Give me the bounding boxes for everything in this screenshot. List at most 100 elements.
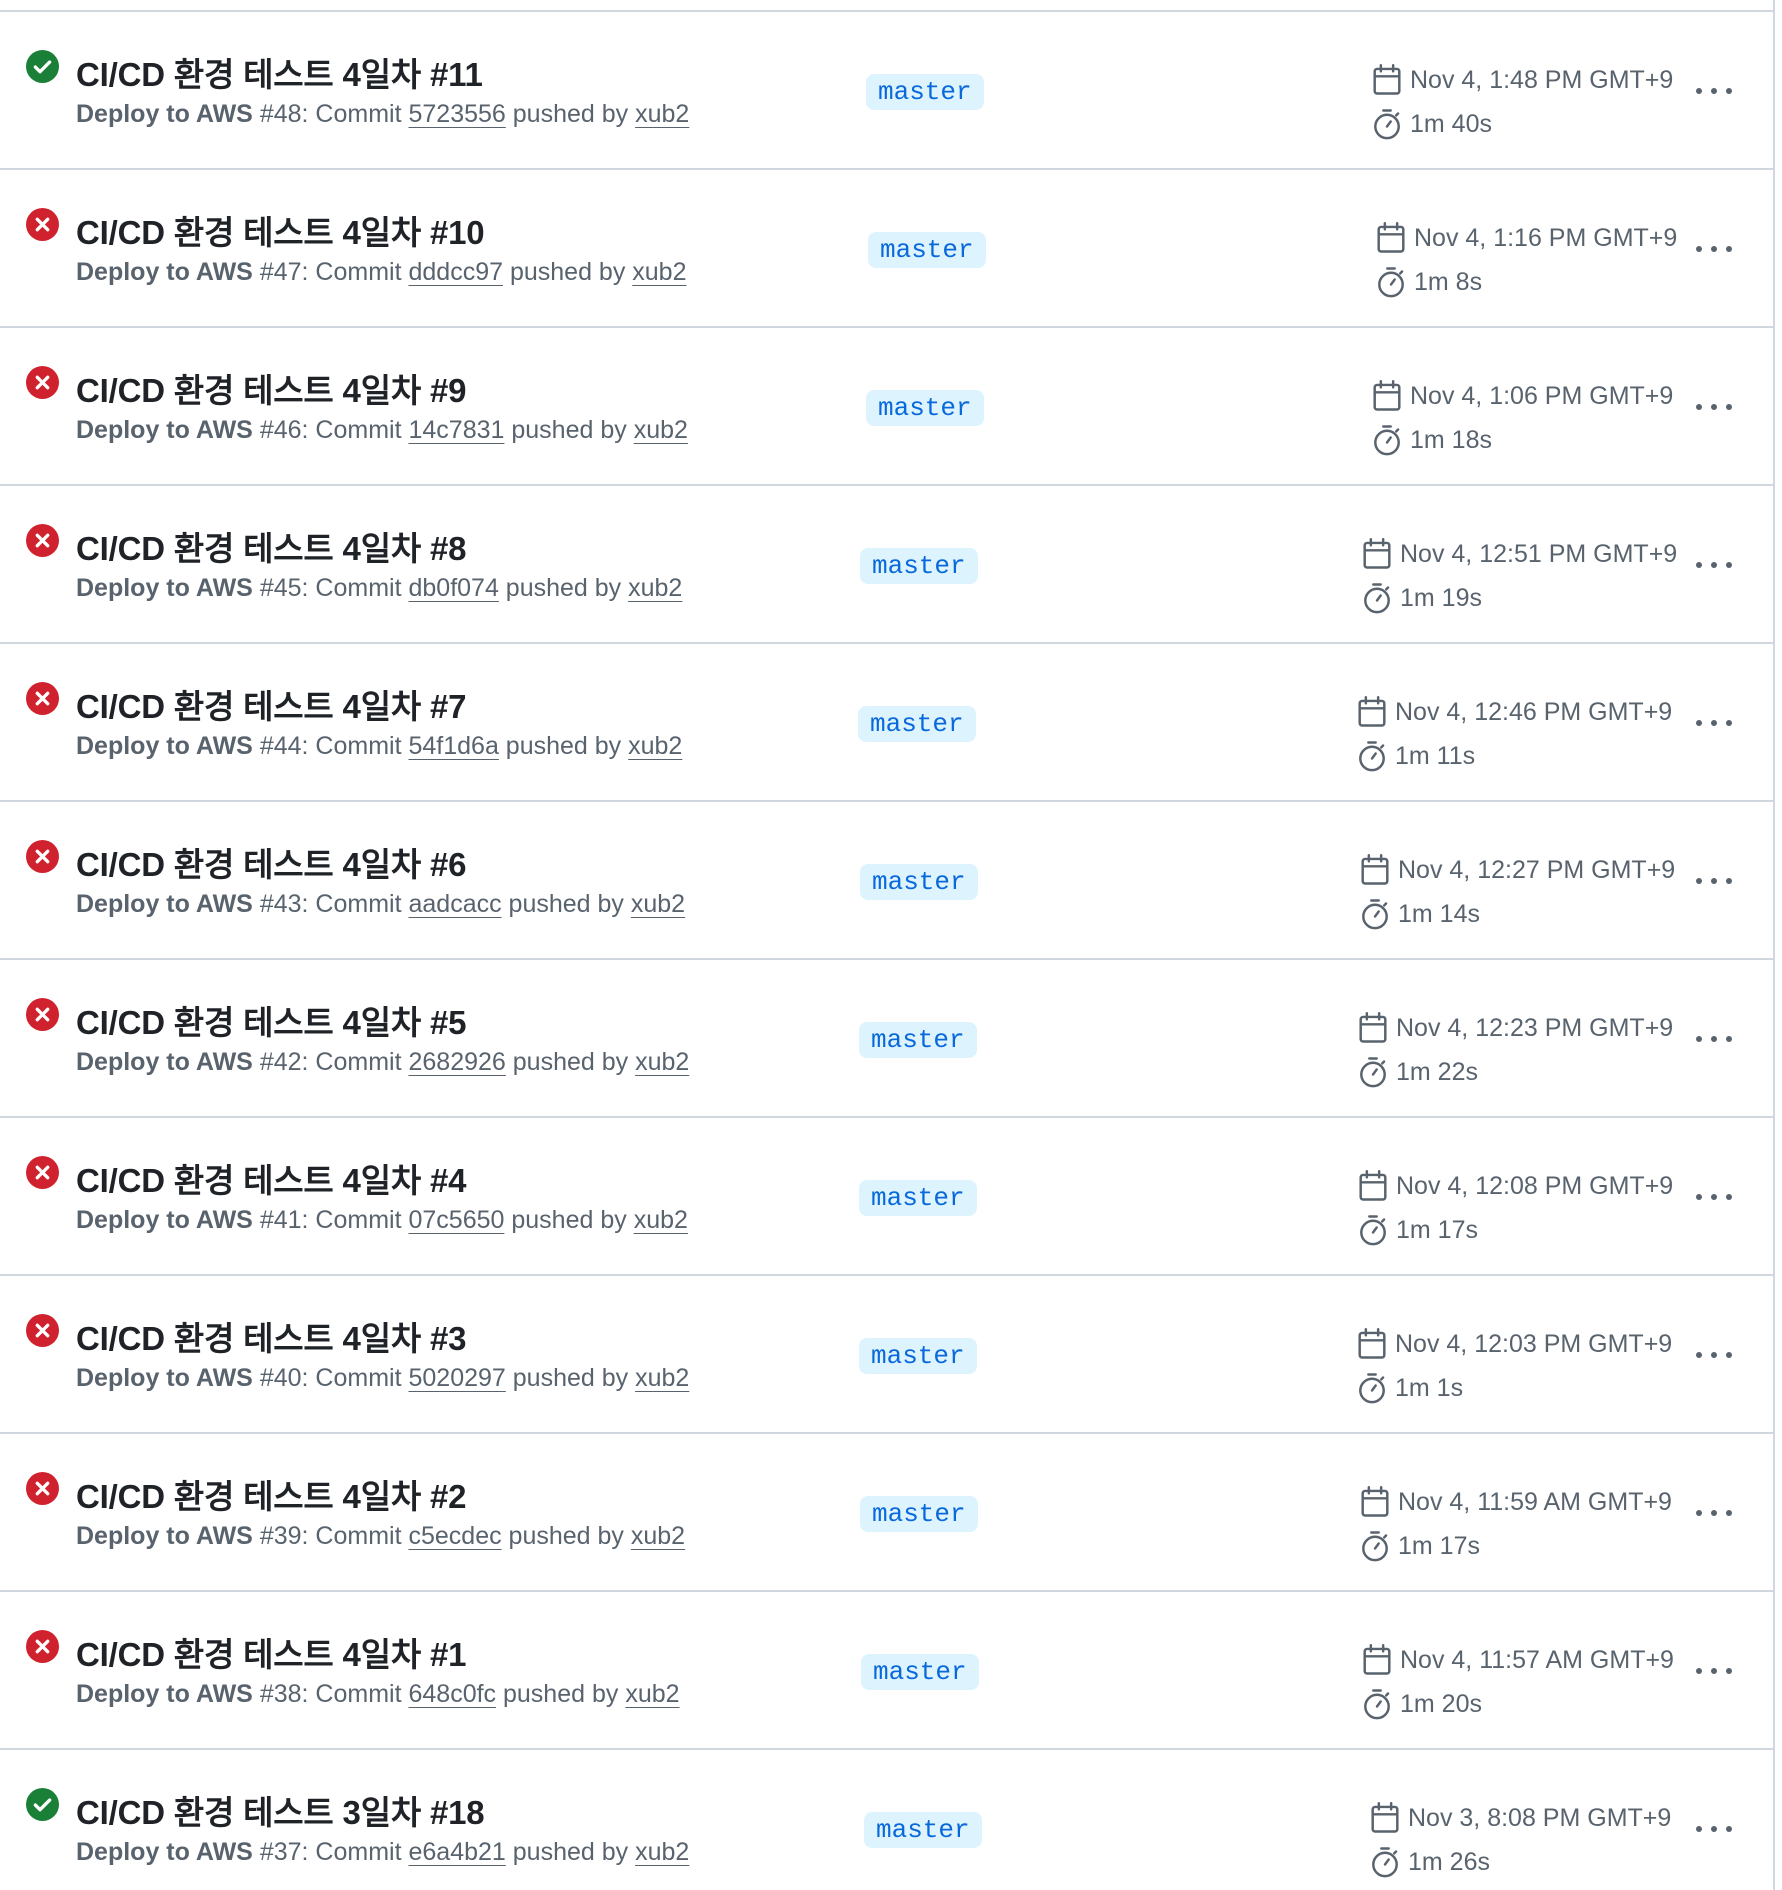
run-title-link[interactable]: CI/CD 환경 테스트 4일차 #2 (76, 1470, 466, 1518)
run-meta: Deploy to AWS #45: Commit db0f074 pushed… (76, 574, 682, 603)
more-options-icon[interactable] (1692, 1814, 1736, 1844)
branch-label[interactable]: master (860, 864, 978, 900)
run-title-link[interactable]: CI/CD 환경 테스트 4일차 #5 (76, 996, 466, 1044)
actor-link[interactable]: xub2 (635, 1838, 689, 1866)
commit-sha-link[interactable]: db0f074 (408, 574, 498, 602)
run-meta: Deploy to AWS #44: Commit 54f1d6a pushed… (76, 732, 682, 761)
commit-sha-link[interactable]: 2682926 (408, 1048, 505, 1076)
workflow-run-row[interactable]: CI/CD 환경 테스트 4일차 #10 Deploy to AWS #47: C… (0, 170, 1773, 328)
branch-label[interactable]: master (860, 548, 978, 584)
workflow-run-row[interactable]: CI/CD 환경 테스트 4일차 #6 Deploy to AWS #43: Co… (0, 802, 1773, 960)
commit-sha-link[interactable]: 54f1d6a (408, 732, 498, 760)
run-duration-text: 1m 18s (1410, 425, 1492, 454)
branch-label[interactable]: master (860, 1496, 978, 1532)
commit-sha-link[interactable]: dddcc97 (408, 258, 503, 286)
commit-sha-link[interactable]: aadcacc (408, 890, 501, 918)
run-number: #42 (259, 1048, 302, 1076)
kebab-dot (1696, 1352, 1702, 1358)
workflow-run-row[interactable]: CI/CD 환경 테스트 4일차 #5 Deploy to AWS #42: Co… (0, 960, 1773, 1118)
actor-link[interactable]: xub2 (632, 258, 686, 286)
workflow-run-row[interactable]: CI/CD 환경 테스트 3일차 #18 Deploy to AWS #37: C… (0, 1750, 1773, 1890)
run-duration: 1m 22s (1358, 1056, 1478, 1088)
commit-sha-link[interactable]: 07c5650 (408, 1206, 504, 1234)
stopwatch-icon (1376, 266, 1414, 298)
run-date: Nov 4, 1:16 PM GMT+9 (1376, 222, 1677, 254)
more-options-icon[interactable] (1692, 234, 1736, 264)
run-duration: 1m 14s (1360, 898, 1480, 930)
actor-link[interactable]: xub2 (628, 732, 682, 760)
branch-label[interactable]: master (859, 1180, 977, 1216)
commit-sha-link[interactable]: c5ecdec (408, 1522, 501, 1550)
run-duration: 1m 20s (1362, 1688, 1482, 1720)
more-options-icon[interactable] (1692, 866, 1736, 896)
kebab-dot (1711, 720, 1717, 726)
actor-link[interactable]: xub2 (634, 1206, 688, 1234)
actor-link[interactable]: xub2 (628, 574, 682, 602)
actor-link[interactable]: xub2 (631, 890, 685, 918)
workflow-run-row[interactable]: CI/CD 환경 테스트 4일차 #8 Deploy to AWS #45: Co… (0, 486, 1773, 644)
more-options-icon[interactable] (1692, 708, 1736, 738)
run-title-link[interactable]: CI/CD 환경 테스트 4일차 #3 (76, 1312, 466, 1360)
actor-link[interactable]: xub2 (634, 416, 688, 444)
stopwatch-icon (1358, 1214, 1396, 1246)
workflow-run-row[interactable]: CI/CD 환경 테스트 4일차 #4 Deploy to AWS #41: Co… (0, 1118, 1773, 1276)
run-title-link[interactable]: CI/CD 환경 테스트 3일차 #18 (76, 1786, 485, 1834)
commit-sha-link[interactable]: 14c7831 (408, 416, 504, 444)
run-duration-text: 1m 17s (1396, 1215, 1478, 1244)
workflow-run-row[interactable]: CI/CD 환경 테스트 4일차 #2 Deploy to AWS #39: Co… (0, 1434, 1773, 1592)
run-title-link[interactable]: CI/CD 환경 테스트 4일차 #7 (76, 680, 466, 728)
branch-label[interactable]: master (859, 1022, 977, 1058)
list-top-divider (0, 0, 1773, 12)
run-duration-text: 1m 17s (1398, 1531, 1480, 1560)
branch-label[interactable]: master (861, 1654, 979, 1690)
branch-label[interactable]: master (866, 74, 984, 110)
branch-label[interactable]: master (859, 1338, 977, 1374)
branch-label[interactable]: master (858, 706, 976, 742)
commit-label: : Commit (301, 1838, 409, 1866)
more-options-icon[interactable] (1692, 1656, 1736, 1686)
more-options-icon[interactable] (1692, 550, 1736, 580)
commit-sha-link[interactable]: 648c0fc (408, 1680, 496, 1708)
more-options-icon[interactable] (1692, 392, 1736, 422)
branch-label[interactable]: master (868, 232, 986, 268)
workflow-run-row[interactable]: CI/CD 환경 테스트 4일차 #3 Deploy to AWS #40: Co… (0, 1276, 1773, 1434)
pushed-by-label: pushed by (501, 1522, 631, 1550)
run-title-link[interactable]: CI/CD 환경 테스트 4일차 #11 (76, 48, 483, 96)
run-meta: Deploy to AWS #37: Commit e6a4b21 pushed… (76, 1838, 689, 1867)
run-title-link[interactable]: CI/CD 환경 테스트 4일차 #4 (76, 1154, 466, 1202)
run-title-link[interactable]: CI/CD 환경 테스트 4일차 #8 (76, 522, 466, 570)
more-options-icon[interactable] (1692, 1498, 1736, 1528)
workflow-run-row[interactable]: CI/CD 환경 테스트 4일차 #7 Deploy to AWS #44: Co… (0, 644, 1773, 802)
more-options-icon[interactable] (1692, 1182, 1736, 1212)
workflow-run-row[interactable]: CI/CD 환경 테스트 4일차 #9 Deploy to AWS #46: Co… (0, 328, 1773, 486)
workflow-name: Deploy to AWS (76, 1206, 253, 1234)
run-meta: Deploy to AWS #42: Commit 2682926 pushed… (76, 1048, 689, 1077)
branch-label[interactable]: master (866, 390, 984, 426)
kebab-dot (1711, 1510, 1717, 1516)
success-check-icon (26, 50, 59, 83)
run-title-link[interactable]: CI/CD 환경 테스트 4일차 #9 (76, 364, 466, 412)
actor-link[interactable]: xub2 (625, 1680, 679, 1708)
actor-link[interactable]: xub2 (635, 1364, 689, 1392)
workflow-run-row[interactable]: CI/CD 환경 테스트 4일차 #1 Deploy to AWS #38: Co… (0, 1592, 1773, 1750)
more-options-icon[interactable] (1692, 1340, 1736, 1370)
pushed-by-label: pushed by (498, 732, 629, 760)
branch-label[interactable]: master (864, 1812, 982, 1848)
run-title-link[interactable]: CI/CD 환경 테스트 4일차 #6 (76, 838, 466, 886)
commit-sha-link[interactable]: 5723556 (408, 100, 505, 128)
more-options-icon[interactable] (1692, 76, 1736, 106)
more-options-icon[interactable] (1692, 1024, 1736, 1054)
stopwatch-icon (1357, 1372, 1395, 1404)
run-date: Nov 4, 12:03 PM GMT+9 (1357, 1328, 1672, 1360)
pushed-by-label: pushed by (505, 1048, 636, 1076)
commit-sha-link[interactable]: e6a4b21 (408, 1838, 505, 1866)
actor-link[interactable]: xub2 (631, 1522, 685, 1550)
actor-link[interactable]: xub2 (635, 1048, 689, 1076)
workflow-run-row[interactable]: CI/CD 환경 테스트 4일차 #11 Deploy to AWS #48: C… (0, 12, 1773, 170)
actor-link[interactable]: xub2 (635, 100, 689, 128)
run-number: #41 (259, 1206, 302, 1234)
run-title-link[interactable]: CI/CD 환경 테스트 4일차 #10 (76, 206, 485, 254)
commit-label: : Commit (301, 1048, 409, 1076)
commit-sha-link[interactable]: 5020297 (408, 1364, 505, 1392)
run-title-link[interactable]: CI/CD 환경 테스트 4일차 #1 (76, 1628, 466, 1676)
